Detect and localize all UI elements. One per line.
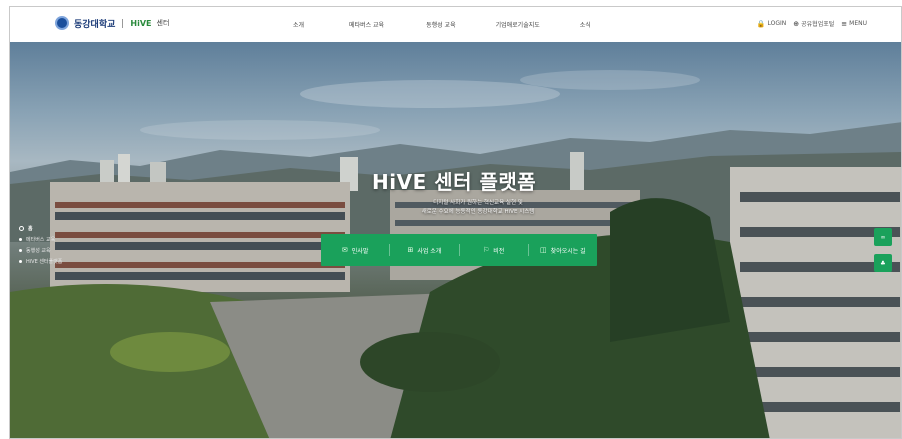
vision-label: 비전 bbox=[493, 247, 505, 255]
project-intro-button[interactable]: ⊞ 사업 소개 bbox=[389, 244, 458, 256]
hero-subtitle: 디지털 사회가 원하는 혁신교육 실현 및 새로운 수요에 능동적인 동강대학교… bbox=[384, 199, 572, 217]
nav-item-tech-consulting[interactable]: 기업애로기술지도 bbox=[496, 20, 540, 29]
quick-link-button-2[interactable]: ♣ bbox=[874, 254, 892, 272]
sitemap-icon: ⊞ bbox=[407, 246, 414, 254]
indicator-dot-icon bbox=[19, 226, 24, 231]
indicator-dot-icon bbox=[19, 238, 22, 241]
section-indicator-metaverse[interactable]: 메타버스 교육 bbox=[19, 236, 62, 243]
section-indicator-label: 메타버스 교육 bbox=[26, 237, 56, 243]
indicator-dot-icon bbox=[19, 260, 22, 263]
flag-icon: ⚐ bbox=[482, 246, 490, 254]
nav-item-about[interactable]: 소개 bbox=[293, 20, 304, 29]
logo-hive: HiVE bbox=[130, 18, 152, 28]
browser-frame: 동강대학교 HiVE 센터 소개 메타버스 교육 동행성 교육 기업애로기술지도… bbox=[9, 6, 902, 439]
directions-label: 찾아오시는 길 bbox=[550, 247, 586, 255]
section-indicator-home[interactable]: 홈 bbox=[19, 225, 62, 232]
nav-item-companion-education[interactable]: 동행성 교육 bbox=[426, 20, 456, 29]
collab-portal-link[interactable]: ⊕ 공유협업포털 bbox=[793, 19, 835, 29]
section-indicator-label: HiVE 센터플랫폼 bbox=[26, 259, 63, 265]
main-nav: 소개 메타버스 교육 동행성 교육 기업애로기술지도 소식 bbox=[293, 20, 591, 29]
login-link[interactable]: 🔒 LOGIN bbox=[757, 20, 786, 28]
collab-portal-label: 공유협업포털 bbox=[801, 21, 835, 28]
site-logo[interactable]: 동강대학교 HiVE 센터 bbox=[55, 16, 169, 30]
lock-icon: 🔒 bbox=[756, 19, 766, 28]
site-header: 동강대학교 HiVE 센터 소개 메타버스 교육 동행성 교육 기업애로기술지도… bbox=[10, 7, 901, 42]
hero-quick-links: ✉ 인사말 ⊞ 사업 소개 ⚐ 비전 ◫ 찾아오시는 길 bbox=[321, 234, 597, 266]
hero-title: HiVE 센터 플랫폼 bbox=[372, 170, 537, 194]
logo-university-name: 동강대학교 bbox=[74, 19, 116, 30]
menu-label: MENU bbox=[849, 20, 867, 27]
vision-button[interactable]: ⚐ 비전 bbox=[458, 244, 528, 256]
mail-icon: ✉ bbox=[341, 246, 348, 254]
directions-button[interactable]: ◫ 찾아오시는 길 bbox=[527, 244, 597, 256]
indicator-dot-icon bbox=[19, 249, 22, 252]
utility-menu: 🔒 LOGIN ⊕ 공유협업포털 ≡ MENU bbox=[757, 19, 867, 29]
hero-subtitle-line-1: 디지털 사회가 원하는 혁신교육 실현 및 bbox=[433, 200, 523, 206]
floating-quick-menu: ∞ ♣ bbox=[874, 228, 892, 272]
section-indicator-companion[interactable]: 동행성 교육 bbox=[19, 247, 62, 254]
nav-item-news[interactable]: 소식 bbox=[580, 20, 591, 29]
globe-icon: ⊕ bbox=[793, 19, 800, 28]
logo-center: 센터 bbox=[156, 19, 170, 27]
greeting-label: 인사말 bbox=[351, 247, 369, 255]
map-icon: ◫ bbox=[540, 246, 547, 254]
nav-item-metaverse-education[interactable]: 메타버스 교육 bbox=[349, 20, 384, 29]
hero-subtitle-line-2: 새로운 수요에 능동적인 동강대학교 HiVE 시스템 bbox=[421, 209, 535, 215]
project-intro-label: 사업 소개 bbox=[417, 247, 442, 255]
section-indicator: 홈 메타버스 교육 동행성 교육 HiVE 센터플랫폼 bbox=[19, 225, 62, 265]
university-emblem-icon bbox=[55, 16, 69, 30]
menu-icon: ≡ bbox=[841, 19, 848, 28]
quick-link-button-1[interactable]: ∞ bbox=[874, 228, 892, 246]
section-indicator-platform[interactable]: HiVE 센터플랫폼 bbox=[19, 258, 62, 265]
greeting-button[interactable]: ✉ 인사말 bbox=[321, 246, 389, 255]
logo-divider bbox=[122, 18, 124, 28]
menu-button[interactable]: ≡ MENU bbox=[841, 20, 867, 28]
section-indicator-label: 홈 bbox=[28, 226, 33, 232]
login-label: LOGIN bbox=[767, 20, 787, 27]
section-indicator-label: 동행성 교육 bbox=[26, 248, 51, 254]
hero-banner: HiVE 센터 플랫폼 디지털 사회가 원하는 혁신교육 실현 및 새로운 수요… bbox=[10, 42, 901, 438]
